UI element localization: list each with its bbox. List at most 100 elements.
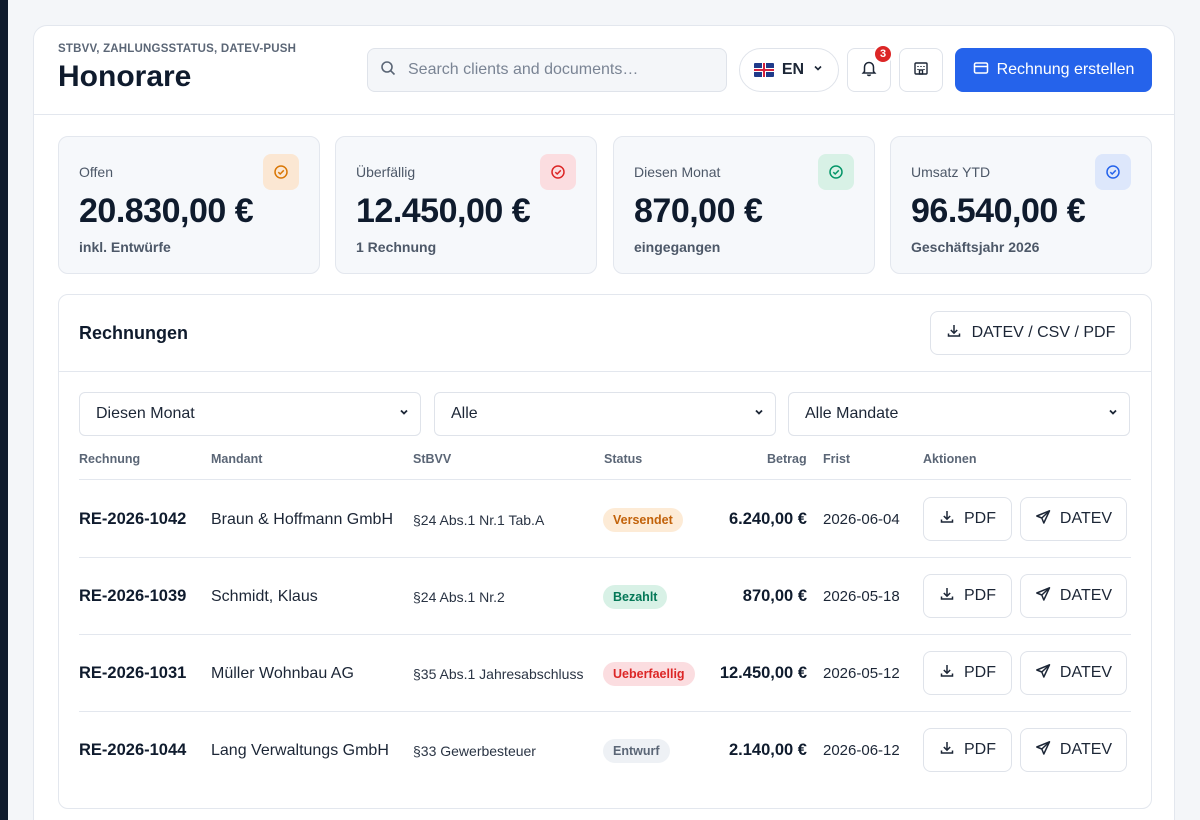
stat-label: Diesen Monat xyxy=(634,164,721,180)
client-name: Braun & Hoffmann GmbH xyxy=(211,510,394,528)
pdf-button[interactable]: PDF xyxy=(923,651,1012,695)
pdf-button[interactable]: PDF xyxy=(923,497,1012,541)
check-circle-icon xyxy=(540,154,576,190)
invoices-header: Rechnungen DATEV / CSV / PDF xyxy=(59,295,1151,372)
period-filter[interactable]: Diesen Monat xyxy=(79,392,421,436)
office-button[interactable] xyxy=(899,48,943,92)
stat-label: Umsatz YTD xyxy=(911,164,991,180)
status-badge: Ueberfaellig xyxy=(603,661,695,686)
check-circle-icon xyxy=(818,154,854,190)
datev-label: DATEV xyxy=(1059,664,1113,681)
pdf-button[interactable]: PDF xyxy=(923,728,1012,772)
stat-card-revenue-ytd: Umsatz YTD 96.540,00 € Geschäftsjahr 202… xyxy=(890,136,1152,274)
due-date: 2026-05-12 xyxy=(823,665,900,682)
create-invoice-label: Rechnung erstellen xyxy=(996,61,1135,78)
table-row: RE-2026-1044 Lang Verwaltungs GmbH §33 G… xyxy=(79,712,1131,789)
datev-button[interactable]: DATEV xyxy=(1020,651,1127,695)
download-icon xyxy=(939,663,955,684)
datev-button[interactable]: DATEV xyxy=(1020,728,1127,772)
notifications-button[interactable]: 3 xyxy=(847,44,893,92)
invoice-number: RE-2026-1039 xyxy=(79,587,187,605)
credit-card-icon xyxy=(973,60,989,81)
pdf-label: PDF xyxy=(964,664,996,681)
chevron-down-icon xyxy=(398,405,410,423)
datev-label: DATEV xyxy=(1059,587,1113,604)
app-sidebar-edge xyxy=(0,0,8,820)
search-box[interactable] xyxy=(367,48,727,92)
page-header: STBVV, ZAHLUNGSSTATUS, DATEV-PUSH Honora… xyxy=(34,26,1174,115)
page-title: Honorare xyxy=(58,60,192,93)
stat-card-this-month: Diesen Monat 870,00 € eingegangen xyxy=(613,136,875,274)
download-icon xyxy=(939,586,955,607)
chevron-down-icon xyxy=(753,405,765,423)
table-row: RE-2026-1031 Müller Wohnbau AG §35 Abs.1… xyxy=(79,635,1131,712)
bell-icon xyxy=(860,59,878,82)
client-name: Müller Wohnbau AG xyxy=(211,664,354,682)
column-header-stbvv: StBVV xyxy=(413,452,452,466)
pdf-label: PDF xyxy=(964,587,996,604)
export-button[interactable]: DATEV / CSV / PDF xyxy=(930,311,1131,355)
column-header-status: Status xyxy=(604,452,643,466)
search-input[interactable] xyxy=(408,61,708,79)
status-filter[interactable]: Alle xyxy=(434,392,776,436)
uk-flag-icon xyxy=(753,63,774,77)
stats-row: Offen 20.830,00 € inkl. Entwürfe Überfäl… xyxy=(58,136,1152,274)
datev-button[interactable]: DATEV xyxy=(1020,497,1127,541)
status-badge: Entwurf xyxy=(603,738,670,763)
chevron-down-icon xyxy=(1107,405,1119,423)
download-icon xyxy=(939,509,955,530)
client-filter[interactable]: Alle Mandate xyxy=(788,392,1130,436)
stat-sub: 1 Rechnung xyxy=(356,239,437,255)
invoices-card: Rechnungen DATEV / CSV / PDF Diesen Mona… xyxy=(58,294,1152,809)
stat-card-overdue: Überfällig 12.450,00 € 1 Rechnung xyxy=(335,136,597,274)
pdf-label: PDF xyxy=(964,741,996,758)
stbvv-reference: §24 Abs.1 Nr.2 xyxy=(413,588,505,605)
datev-button[interactable]: DATEV xyxy=(1020,574,1127,618)
language-selector[interactable]: EN xyxy=(739,48,839,92)
invoice-amount: 6.240,00 € xyxy=(729,510,807,528)
table-row: RE-2026-1039 Schmidt, Klaus §24 Abs.1 Nr… xyxy=(79,558,1131,635)
filter-bar: Diesen Monat Alle Alle Mandate xyxy=(79,392,1131,436)
client-filter-value: Alle Mandate xyxy=(805,405,899,422)
due-date: 2026-05-18 xyxy=(823,588,900,605)
page-eyebrow: STBVV, ZAHLUNGSSTATUS, DATEV-PUSH xyxy=(58,43,297,55)
table-header: Rechnung Mandant StBVV Status Betrag Fri… xyxy=(79,452,1131,480)
pdf-button[interactable]: PDF xyxy=(923,574,1012,618)
send-icon xyxy=(1035,509,1051,530)
invoice-amount: 12.450,00 € xyxy=(719,664,807,682)
invoice-amount: 870,00 € xyxy=(742,587,807,605)
invoices-title: Rechnungen xyxy=(79,323,189,343)
invoice-number: RE-2026-1042 xyxy=(79,510,187,528)
status-cell: Versendet xyxy=(603,481,683,558)
check-circle-icon xyxy=(1095,154,1131,190)
stat-value: 870,00 € xyxy=(634,192,763,230)
main-panel: STBVV, ZAHLUNGSSTATUS, DATEV-PUSH Honora… xyxy=(33,25,1175,820)
status-cell: Bezahlt xyxy=(603,558,668,635)
column-header-amount: Betrag xyxy=(767,452,807,466)
stbvv-reference: §24 Abs.1 Nr.1 Tab.A xyxy=(413,511,545,528)
send-icon xyxy=(1035,663,1051,684)
send-icon xyxy=(1035,586,1051,607)
client-name: Lang Verwaltungs GmbH xyxy=(211,741,389,759)
stbvv-reference: §35 Abs.1 Jahresabschluss xyxy=(413,665,584,682)
client-name: Schmidt, Klaus xyxy=(211,587,318,605)
send-icon xyxy=(1035,740,1051,761)
notification-count-badge: 3 xyxy=(873,44,893,64)
column-header-actions: Aktionen xyxy=(923,452,977,466)
chevron-down-icon xyxy=(812,61,824,79)
due-date: 2026-06-04 xyxy=(823,511,900,528)
column-header-number: Rechnung xyxy=(79,452,141,466)
stat-sub: Geschäftsjahr 2026 xyxy=(911,239,1040,255)
check-circle-icon xyxy=(263,154,299,190)
due-date: 2026-06-12 xyxy=(823,742,900,759)
stbvv-reference: §33 Gewerbesteuer xyxy=(413,742,536,759)
period-filter-value: Diesen Monat xyxy=(96,405,195,422)
invoice-rows: RE-2026-1042 Braun & Hoffmann GmbH §24 A… xyxy=(79,481,1131,789)
column-header-due: Frist xyxy=(823,452,851,466)
language-label: EN xyxy=(781,61,805,78)
create-invoice-button[interactable]: Rechnung erstellen xyxy=(955,48,1152,92)
building-icon xyxy=(912,59,930,82)
stat-value: 20.830,00 € xyxy=(79,192,254,230)
status-cell: Entwurf xyxy=(603,712,670,789)
invoice-number: RE-2026-1031 xyxy=(79,664,187,682)
